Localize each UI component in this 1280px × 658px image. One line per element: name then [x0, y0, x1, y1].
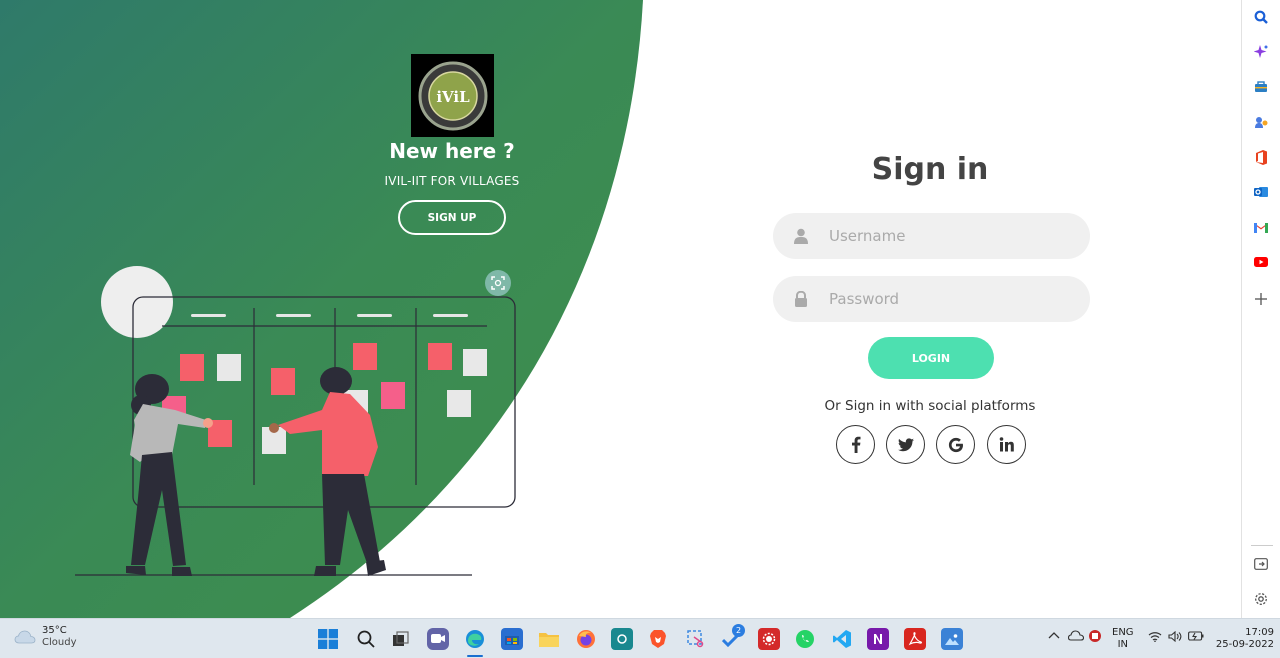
password-input[interactable]	[829, 290, 1069, 308]
tray-app-icon[interactable]	[1088, 629, 1102, 647]
firefox-icon[interactable]	[575, 628, 597, 650]
sign-in-title: Sign in	[871, 152, 989, 187]
social-signin-text: Or Sign in with social platforms	[824, 398, 1036, 414]
lock-icon	[773, 291, 829, 307]
app-o-icon[interactable]	[611, 628, 633, 650]
show-hidden-icons[interactable]	[1048, 631, 1060, 643]
task-view-icon[interactable]	[390, 628, 412, 650]
file-explorer-icon[interactable]	[538, 628, 560, 650]
acrobat-icon[interactable]	[904, 628, 926, 650]
cloud-icon	[14, 630, 36, 644]
battery-icon[interactable]	[1188, 631, 1204, 645]
gmail-icon[interactable]	[1252, 218, 1270, 236]
snipping-tool-icon[interactable]	[685, 628, 707, 650]
app-gear-icon[interactable]	[758, 628, 780, 650]
vscode-icon[interactable]	[831, 628, 853, 650]
twitter-button[interactable]	[886, 425, 925, 464]
logo-text: iViL	[436, 88, 470, 106]
games-icon[interactable]	[1252, 113, 1270, 131]
onedrive-icon[interactable]	[1067, 629, 1085, 645]
notification-badge: 2	[732, 624, 745, 637]
active-app-indicator	[467, 655, 483, 657]
wifi-icon[interactable]	[1148, 631, 1162, 646]
twitter-icon	[897, 437, 914, 451]
start-icon[interactable]	[317, 628, 339, 650]
visual-search-icon[interactable]	[485, 270, 511, 296]
sidebar-divider	[1251, 545, 1273, 546]
password-field[interactable]	[773, 276, 1090, 322]
ivil-logo: iViL	[411, 54, 494, 137]
youtube-icon[interactable]	[1252, 253, 1270, 271]
tools-icon[interactable]	[1252, 78, 1270, 96]
whatsapp-icon[interactable]	[794, 628, 816, 650]
clock-date: 25-09-2022	[1215, 639, 1274, 650]
taskbar-search-icon[interactable]	[355, 628, 377, 650]
weather-desc: Cloudy	[42, 637, 77, 648]
login-button[interactable]: LOGIN	[868, 337, 994, 379]
google-icon	[948, 437, 963, 452]
region-code: IN	[1117, 639, 1128, 650]
new-here-heading: New here ?	[389, 139, 515, 163]
facebook-icon	[851, 436, 860, 453]
google-button[interactable]	[936, 425, 975, 464]
clock-time: 17:09	[1245, 627, 1274, 638]
clock[interactable]: 17:09 25-09-2022	[1214, 627, 1274, 651]
org-subtitle: IVIL-IIT FOR VILLAGES	[384, 174, 520, 188]
copilot-icon[interactable]	[1252, 43, 1270, 61]
weather-widget[interactable]: 35°C Cloudy	[14, 625, 76, 649]
user-icon	[773, 228, 829, 244]
weather-temp: 35°C	[42, 625, 67, 636]
facebook-button[interactable]	[836, 425, 875, 464]
teams-chat-icon[interactable]	[427, 628, 449, 650]
add-icon[interactable]	[1252, 290, 1270, 308]
brave-icon[interactable]	[647, 628, 669, 650]
store-icon[interactable]	[501, 628, 523, 650]
volume-icon[interactable]	[1168, 630, 1182, 646]
edge-icon[interactable]	[464, 628, 486, 650]
username-field[interactable]	[773, 213, 1090, 259]
language-indicator[interactable]: ENG IN	[1112, 627, 1134, 651]
language-code: ENG	[1112, 627, 1134, 638]
onenote-icon[interactable]	[867, 628, 889, 650]
linkedin-icon	[999, 437, 1014, 452]
settings-icon[interactable]	[1252, 590, 1270, 608]
search-icon[interactable]	[1252, 8, 1270, 26]
layout-icon[interactable]	[1252, 555, 1270, 573]
browser-sidebar	[1241, 0, 1280, 618]
linkedin-button[interactable]	[987, 425, 1026, 464]
outlook-icon[interactable]	[1252, 183, 1270, 201]
sign-up-button[interactable]: SIGN UP	[398, 200, 506, 235]
office-icon[interactable]	[1252, 148, 1270, 166]
taskbar: 35°C Cloudy 2 ENG IN 17:09 25-09-2022	[0, 618, 1280, 658]
photos-icon[interactable]	[941, 628, 963, 650]
username-input[interactable]	[829, 227, 1069, 245]
